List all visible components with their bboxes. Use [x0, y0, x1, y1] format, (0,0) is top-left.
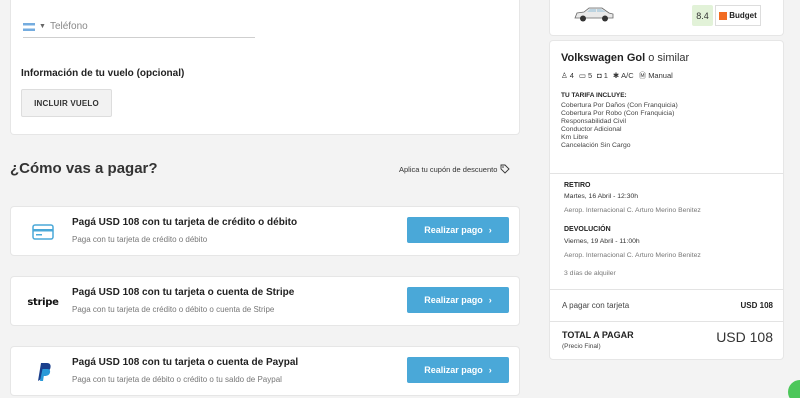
- pay-button[interactable]: Realizar pago ›: [407, 287, 509, 313]
- payment-title: ¿Cómo vas a pagar?: [10, 160, 158, 177]
- pay-option-card[interactable]: Pagá USD 108 con tu tarjeta de crédito o…: [10, 206, 520, 256]
- bags-feature: ◘ 1: [597, 71, 608, 80]
- car-model: Volkswagen Gol: [561, 52, 646, 64]
- suitcase-icon: ◘: [597, 71, 602, 80]
- chevron-right-icon: ›: [488, 295, 492, 305]
- divider: [550, 289, 783, 290]
- divider: [550, 173, 783, 174]
- pay-option-subtitle: Paga con tu tarjeta de débito o crédito …: [72, 375, 282, 384]
- door-icon: ▭: [578, 71, 586, 80]
- doors-count: 5: [588, 71, 593, 80]
- manual-icon: Ⓜ: [638, 71, 647, 80]
- ac-feature: ✱ A/C: [613, 71, 634, 80]
- pay-button-label[interactable]: Realizar pago: [424, 225, 483, 235]
- car-name: Volkswagen Gol o similar: [561, 52, 689, 64]
- rental-days: 3 días de alquiler: [564, 270, 616, 277]
- pay-button-label[interactable]: Realizar pago: [424, 295, 483, 305]
- card-payment-amount: USD 108: [740, 301, 773, 310]
- total-label: TOTAL A PAGAR: [562, 330, 634, 340]
- argentina-flag-icon[interactable]: [23, 22, 35, 31]
- person-icon: ♙: [561, 71, 568, 80]
- coupon-label[interactable]: Aplica tu cupón de descuento: [399, 165, 497, 174]
- transmission-feature: Ⓜ Manual: [639, 70, 673, 81]
- booking-summary-card: Volkswagen Gol o similar ♙ 4 ▭ 5 ◘ 1 ✱ A/C Ⓜ…: [549, 40, 784, 360]
- list-item: Cobertura Por Daños (Con Franquicia): [561, 102, 678, 109]
- coupon-link[interactable]: Aplica tu cupón de descuento: [399, 164, 511, 174]
- car-header-card: 8.4 Budget: [549, 0, 784, 36]
- pay-option-title: Pagá USD 108 con tu tarjeta o cuenta de …: [72, 287, 295, 298]
- car-suffix: o similar: [648, 52, 690, 64]
- flight-info-title: Información de tu vuelo (opcional): [21, 68, 185, 79]
- pickup-place: Aerop. Internacional C. Arturo Merino Be…: [564, 207, 701, 214]
- add-flight-button[interactable]: INCLUIR VUELO: [21, 89, 112, 117]
- list-item: Cancelación Sin Cargo: [561, 142, 631, 149]
- list-item: Responsabilidad Civil: [561, 118, 626, 125]
- pay-option-subtitle: Paga con tu tarjeta de crédito o débito …: [72, 305, 275, 314]
- card-payment-label: A pagar con tarjeta: [562, 301, 630, 310]
- company-name: Budget: [729, 11, 757, 20]
- total-amount: USD 108: [716, 329, 773, 345]
- chevron-right-icon: ›: [488, 365, 492, 375]
- pay-option-subtitle: Paga con tu tarjeta de crédito o débito: [72, 235, 208, 244]
- pay-option-title: Pagá USD 108 con tu tarjeta o cuenta de …: [72, 357, 299, 368]
- pay-option-card[interactable]: stripe Pagá USD 108 con tu tarjeta o cue…: [10, 276, 520, 326]
- stripe-logo-text: stripe: [27, 296, 59, 308]
- pay-button-label[interactable]: Realizar pago: [424, 365, 483, 375]
- dropoff-place: Aerop. Internacional C. Arturo Merino Be…: [564, 252, 701, 259]
- dropoff-date: Viernes, 19 Abril - 11:00h: [564, 238, 640, 245]
- pay-button[interactable]: Realizar pago ›: [407, 357, 509, 383]
- car-image: [574, 7, 614, 22]
- ac-label: A/C: [621, 71, 634, 80]
- list-item: Cobertura Por Robo (Con Franquicia): [561, 110, 675, 117]
- car-features: ♙ 4 ▭ 5 ◘ 1 ✱ A/C Ⓜ Manual: [561, 70, 673, 81]
- bags-count: 1: [603, 71, 608, 80]
- pay-option-title: Pagá USD 108 con tu tarjeta de crédito o…: [72, 217, 298, 228]
- pay-button[interactable]: Realizar pago ›: [407, 217, 509, 243]
- pickup-label: RETIRO: [564, 182, 591, 189]
- budget-logo-icon: [719, 11, 728, 20]
- paypal-icon: [31, 361, 55, 383]
- pay-option-card[interactable]: Pagá USD 108 con tu tarjeta o cuenta de …: [10, 346, 520, 396]
- dropoff-label: DEVOLUCIÓN: [564, 226, 611, 233]
- doors-feature: ▭ 5: [579, 71, 592, 80]
- rate-includes-title: TU TARIFA INCLUYE:: [561, 92, 627, 99]
- passengers-feature: ♙ 4: [561, 71, 574, 80]
- transmission-label: Manual: [648, 71, 673, 80]
- snowflake-icon: ✱: [612, 71, 620, 80]
- chevron-right-icon: ›: [488, 225, 492, 235]
- list-item: Km Libre: [561, 134, 589, 141]
- credit-card-icon: [31, 221, 55, 243]
- phone-field[interactable]: ▼ Teléfono: [23, 16, 255, 38]
- list-item: Conductor Adicional: [561, 126, 622, 133]
- chevron-down-icon[interactable]: ▼: [39, 23, 46, 30]
- rating-score: 8.4: [692, 5, 713, 26]
- total-sublabel: (Precio Final): [562, 343, 601, 350]
- contact-card: ▼ Teléfono Información de tu vuelo (opci…: [10, 0, 520, 135]
- whatsapp-chat-icon[interactable]: [788, 380, 800, 398]
- tag-icon: [500, 164, 511, 174]
- pickup-date: Martes, 16 Abril - 12:30h: [564, 193, 639, 200]
- divider: [550, 321, 783, 322]
- phone-input[interactable]: Teléfono: [50, 21, 88, 32]
- passengers-count: 4: [569, 71, 574, 80]
- company-logo: Budget: [715, 5, 761, 26]
- rate-includes-list: Cobertura Por Daños (Con Franquicia) Cob…: [561, 102, 678, 150]
- stripe-logo: stripe: [27, 291, 59, 313]
